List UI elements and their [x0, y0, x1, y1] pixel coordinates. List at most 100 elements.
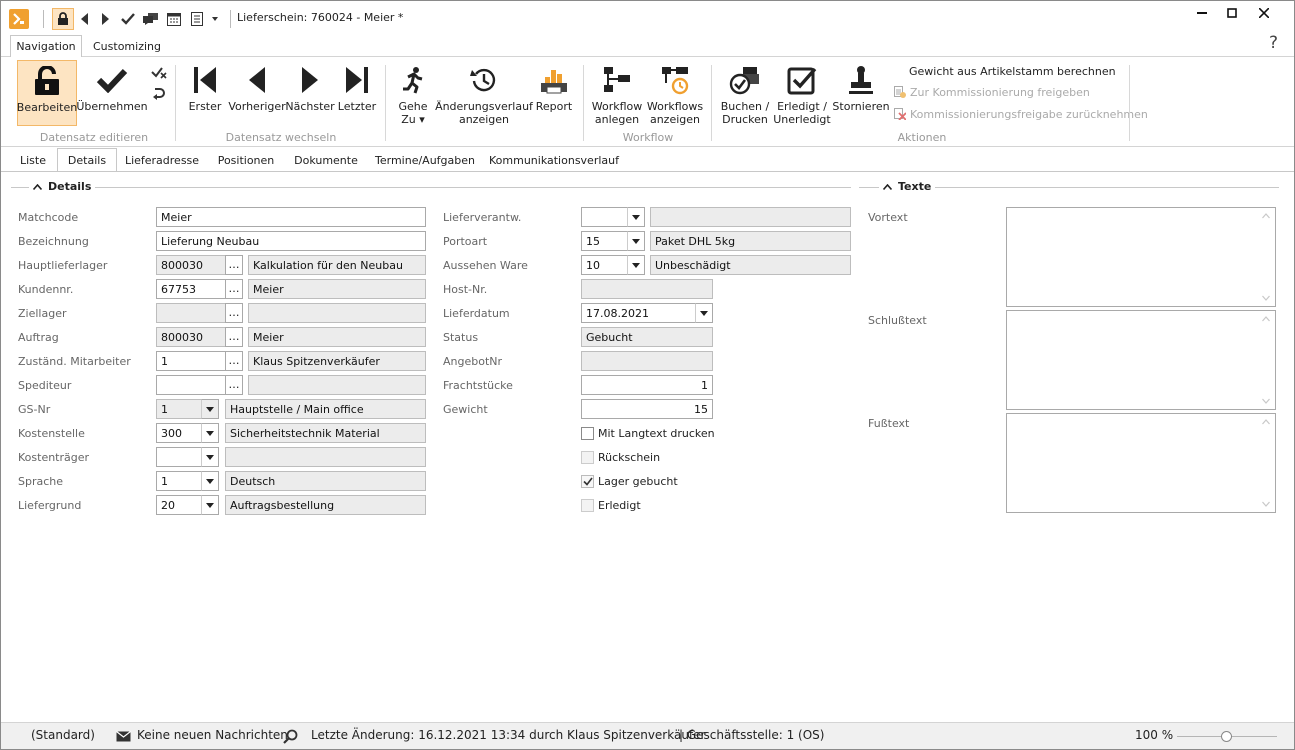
workflow-anlegen-button[interactable]: Workflow anlegen	[589, 60, 645, 130]
hostnr-input[interactable]	[581, 279, 713, 299]
lock-icon[interactable]	[52, 8, 74, 30]
gewicht-berechnen-button[interactable]: Gewicht aus Artikelstamm berechnen	[909, 65, 1116, 78]
uebernehmen-button[interactable]: Übernehmen	[76, 60, 148, 130]
app-logo-icon[interactable]	[9, 9, 29, 29]
calendar-icon[interactable]	[165, 10, 183, 28]
kostenstelle-dropdown-icon[interactable]	[201, 423, 219, 443]
kostenstelle-label: Kostenstelle	[18, 427, 85, 440]
aenderungsverlauf-button[interactable]: Änderungsverlauf anzeigen	[435, 60, 533, 130]
tab-details[interactable]: Details	[57, 148, 117, 171]
tab-positionen[interactable]: Positionen	[209, 149, 283, 171]
portoart-dropdown-icon[interactable]	[627, 231, 645, 251]
erster-button[interactable]: Erster	[185, 60, 225, 130]
lieferverantw-select[interactable]	[581, 207, 629, 227]
sprache-dropdown-icon[interactable]	[201, 471, 219, 491]
dropdown-icon[interactable]	[209, 10, 221, 28]
auftrag-input[interactable]: 800030	[156, 327, 226, 347]
fusstext-scrollbar[interactable]	[1259, 416, 1273, 510]
messages-status[interactable]: Keine neuen Nachrichten	[137, 728, 288, 742]
lager-gebucht-checkbox[interactable]	[581, 475, 594, 488]
angebotnr-input[interactable]	[581, 351, 713, 371]
bearbeiten-button[interactable]: Bearbeiten	[17, 60, 77, 126]
report-button[interactable]: Report	[533, 60, 575, 130]
chat-icon[interactable]	[142, 10, 160, 28]
minimize-button[interactable]	[1189, 3, 1215, 23]
lieferverantw-dropdown-icon[interactable]	[627, 207, 645, 227]
schlusstext-textarea[interactable]	[1006, 310, 1276, 410]
fusstext-textarea[interactable]	[1006, 413, 1276, 513]
lieferdatum-dropdown-icon[interactable]	[695, 303, 713, 323]
hauptlieferlager-lookup-button[interactable]: …	[225, 255, 243, 275]
tab-lieferadresse[interactable]: Lieferadresse	[121, 149, 203, 171]
ziellager-input[interactable]	[156, 303, 226, 323]
vortext-textarea[interactable]	[1006, 207, 1276, 307]
profile-status[interactable]: (Standard)	[31, 728, 95, 742]
ziellager-lookup-button[interactable]: …	[225, 303, 243, 323]
list-icon[interactable]	[188, 10, 206, 28]
sprache-select[interactable]: 1	[156, 471, 202, 491]
menu-tab-customizing[interactable]: Customizing	[89, 35, 165, 57]
gewicht-input[interactable]: 15	[581, 399, 713, 419]
vortext-scrollbar[interactable]	[1259, 210, 1273, 304]
zoom-slider[interactable]	[1177, 731, 1277, 742]
tab-dokumente[interactable]: Dokumente	[289, 149, 363, 171]
spediteur-lookup-button[interactable]: …	[225, 375, 243, 395]
spediteur-input[interactable]	[156, 375, 226, 395]
gsnr-dropdown-icon[interactable]	[201, 399, 219, 419]
vorheriger-button[interactable]: Vorheriger	[228, 60, 286, 130]
kostentraeger-select[interactable]	[156, 447, 202, 467]
buchen-drucken-button[interactable]: Buchen / Drucken	[717, 60, 773, 130]
title-separator-2	[230, 10, 231, 28]
tab-termine-aufgaben[interactable]: Termine/Aufgaben	[371, 149, 479, 171]
workflow-add-icon	[602, 60, 632, 100]
naechster-button[interactable]: Nächster	[285, 60, 335, 130]
freigabe-zuruecknehmen-button[interactable]: Kommissionierungsfreigabe zurücknehmen	[910, 108, 1148, 121]
kostenstelle-select[interactable]: 300	[156, 423, 202, 443]
next-arrow-icon[interactable]	[99, 10, 111, 28]
check-icon[interactable]	[119, 10, 137, 28]
rueckschein-checkbox[interactable]	[581, 451, 594, 464]
schlusstext-scrollbar[interactable]	[1259, 313, 1273, 407]
liefergrund-select[interactable]: 20	[156, 495, 202, 515]
hauptlieferlager-input[interactable]: 800030	[156, 255, 226, 275]
details-section-header[interactable]: Details	[29, 180, 96, 193]
kommissionierung-freigeben-button[interactable]: Zur Kommissionierung freigeben	[910, 86, 1090, 99]
help-icon[interactable]: ?	[1269, 33, 1278, 53]
tab-kommunikationsverlauf[interactable]: Kommunikationsverlauf	[487, 149, 621, 171]
kostenstelle-desc: Sicherheitstechnik Material	[225, 423, 426, 443]
auftrag-lookup-button[interactable]: …	[225, 327, 243, 347]
frachtstuecke-input[interactable]: 1	[581, 375, 713, 395]
undo-icon[interactable]	[149, 85, 169, 101]
langtext-checkbox[interactable]	[581, 427, 594, 440]
maximize-button[interactable]	[1219, 3, 1245, 23]
erledigt-checkbox[interactable]	[581, 499, 594, 512]
aussehen-select[interactable]: 10	[581, 255, 629, 275]
tab-liste[interactable]: Liste	[13, 149, 53, 171]
close-button[interactable]	[1251, 3, 1277, 23]
bezeichnung-input[interactable]: Lieferung Neubau	[156, 231, 426, 251]
menu-tab-navigation[interactable]: Navigation	[10, 35, 82, 57]
portoart-select[interactable]: 15	[581, 231, 629, 251]
check-cancel-icon[interactable]	[149, 64, 169, 80]
mitarbeiter-input[interactable]: 1	[156, 351, 226, 371]
texte-section-header[interactable]: Texte	[879, 180, 936, 193]
zoom-slider-thumb[interactable]	[1221, 731, 1232, 742]
aussehen-dropdown-icon[interactable]	[627, 255, 645, 275]
erledigt-unerledigt-button[interactable]: Erledigt / Unerledigt	[773, 60, 831, 130]
ribbon-separator	[1129, 65, 1130, 141]
matchcode-input[interactable]: Meier	[156, 207, 426, 227]
title-separator	[43, 10, 44, 28]
letzter-button[interactable]: Letzter	[337, 60, 377, 130]
kundennr-lookup-button[interactable]: …	[225, 279, 243, 299]
kundennr-input[interactable]: 67753	[156, 279, 226, 299]
lieferdatum-input[interactable]: 17.08.2021	[581, 303, 697, 323]
workflows-anzeigen-button[interactable]: Workflows anzeigen	[647, 60, 703, 130]
stornieren-button[interactable]: Stornieren	[832, 60, 890, 130]
gsnr-select[interactable]: 1	[156, 399, 202, 419]
prev-arrow-icon[interactable]	[79, 10, 91, 28]
search-icon[interactable]	[281, 727, 299, 745]
kostentraeger-dropdown-icon[interactable]	[201, 447, 219, 467]
liefergrund-dropdown-icon[interactable]	[201, 495, 219, 515]
mitarbeiter-lookup-button[interactable]: …	[225, 351, 243, 371]
gehe-zu-button[interactable]: Gehe Zu ▾	[393, 60, 433, 130]
